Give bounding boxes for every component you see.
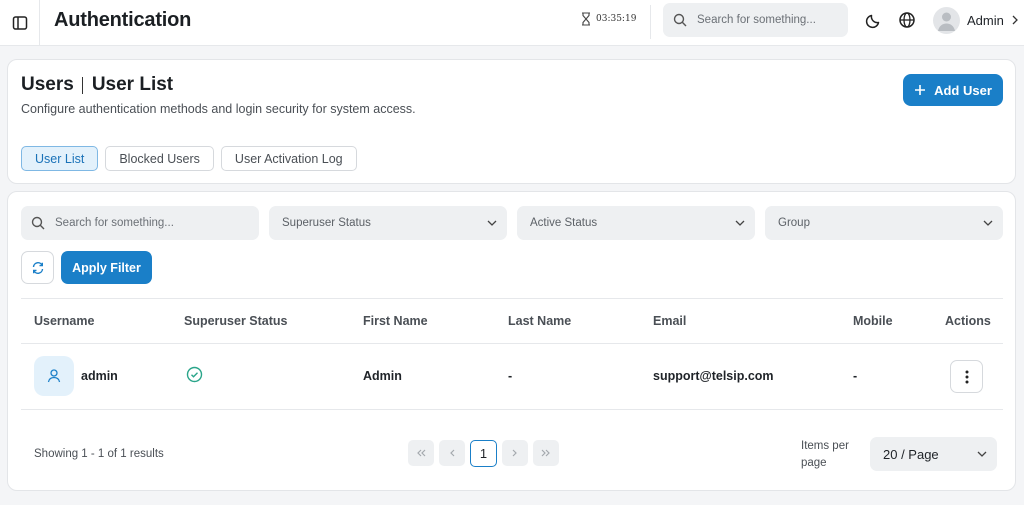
globe-icon xyxy=(899,12,915,28)
filter-search-input[interactable] xyxy=(55,217,195,229)
refresh-icon xyxy=(32,261,43,274)
cell-first-name: Admin xyxy=(363,369,402,383)
page-subtitle: Configure authentication methods and log… xyxy=(21,102,416,116)
user-icon xyxy=(47,369,61,383)
items-per-page-select[interactable]: 20 / Page xyxy=(870,437,997,471)
cell-last-name: - xyxy=(508,369,513,383)
avatar xyxy=(933,6,960,34)
row-actions-button[interactable] xyxy=(950,360,983,393)
group-select[interactable]: Group xyxy=(765,206,1003,240)
group-label: Group xyxy=(778,217,810,229)
top-search-box[interactable] xyxy=(663,3,848,37)
clock-time: 03:35:19 xyxy=(596,14,637,24)
hourglass-icon xyxy=(582,12,590,26)
clock: 03:35:19 xyxy=(581,12,636,26)
column-header-actions: Actions xyxy=(945,314,991,328)
active-status-label: Active Status xyxy=(530,217,598,229)
breadcrumb-section: Users xyxy=(21,74,74,95)
next-page-button[interactable] xyxy=(502,440,528,466)
pagination: 1 xyxy=(408,440,559,467)
active-status-select[interactable]: Active Status xyxy=(517,206,755,240)
top-search-input[interactable] xyxy=(697,14,837,26)
refresh-button[interactable] xyxy=(21,251,54,284)
column-header-email[interactable]: Email xyxy=(653,314,686,328)
check-circle-icon xyxy=(186,366,203,383)
app-title: Authentication xyxy=(54,9,192,31)
add-user-button[interactable]: Add User xyxy=(903,74,1003,106)
chevron-right-icon xyxy=(1012,15,1018,25)
page-header-card: Users User List Configure authentication… xyxy=(7,59,1016,184)
user-menu[interactable]: Admin xyxy=(933,6,1019,34)
column-header-last-name[interactable]: Last Name xyxy=(508,314,571,328)
sidebar-toggle-button[interactable] xyxy=(0,0,40,46)
last-page-button[interactable] xyxy=(533,440,559,466)
breadcrumb-page: User List xyxy=(91,74,174,95)
column-header-superuser-status[interactable]: Superuser Status xyxy=(184,314,288,328)
tab-user-list[interactable]: User List xyxy=(21,146,99,171)
chevron-down-icon xyxy=(487,220,497,226)
dark-mode-toggle[interactable] xyxy=(863,9,885,31)
title-separator xyxy=(81,76,83,94)
cell-email: support@telsip.com xyxy=(653,369,774,383)
apply-filter-button[interactable]: Apply Filter xyxy=(61,251,152,284)
chevron-down-icon xyxy=(735,220,745,226)
double-chevron-right-icon xyxy=(541,449,550,457)
cell-mobile: - xyxy=(853,369,858,383)
first-page-button[interactable] xyxy=(408,440,434,466)
moon-icon xyxy=(865,14,880,29)
column-header-username[interactable]: Username xyxy=(34,314,94,328)
sidebar-toggle-icon xyxy=(12,16,27,30)
cell-username: admin xyxy=(81,369,118,383)
user-avatar-icon xyxy=(938,12,955,31)
search-icon xyxy=(673,13,687,27)
user-table: Username Superuser Status First Name Las… xyxy=(21,298,1003,410)
chevron-down-icon xyxy=(983,220,993,226)
filter-search-box[interactable] xyxy=(21,206,259,240)
items-per-page-label: Items per page xyxy=(801,440,849,469)
page-number-button[interactable]: 1 xyxy=(470,440,497,467)
more-vertical-icon xyxy=(965,370,968,383)
double-chevron-left-icon xyxy=(417,449,426,457)
top-bar: Authentication 03:35:19 Admin xyxy=(0,0,1024,46)
user-list-card: Superuser Status Active Status Group App… xyxy=(7,191,1016,491)
chevron-left-icon xyxy=(450,449,455,457)
results-summary: Showing 1 - 1 of 1 results xyxy=(34,448,164,460)
user-name: Admin xyxy=(967,12,1004,28)
chevron-down-icon xyxy=(977,451,987,457)
tab-bar: User List Blocked Users User Activation … xyxy=(21,146,357,171)
tab-blocked-users[interactable]: Blocked Users xyxy=(105,146,214,171)
superuser-status-select[interactable]: Superuser Status xyxy=(269,206,507,240)
row-avatar xyxy=(34,356,74,396)
plus-icon xyxy=(915,85,926,95)
table-header: Username Superuser Status First Name Las… xyxy=(21,298,1003,344)
chevron-right-icon xyxy=(512,449,517,457)
column-header-mobile[interactable]: Mobile xyxy=(853,314,893,328)
add-user-label: Add User xyxy=(934,82,992,98)
column-header-first-name[interactable]: First Name xyxy=(363,314,428,328)
divider xyxy=(650,5,651,39)
previous-page-button[interactable] xyxy=(439,440,465,466)
tab-user-activation-log[interactable]: User Activation Log xyxy=(220,146,357,171)
superuser-status-label: Superuser Status xyxy=(282,217,371,229)
language-button[interactable] xyxy=(896,9,918,31)
items-per-page-value: 20 / Page xyxy=(883,446,939,462)
table-row[interactable]: admin Admin - support@telsip.com - xyxy=(21,344,1003,410)
search-icon xyxy=(31,216,45,230)
page-title: Users User List xyxy=(21,74,173,96)
